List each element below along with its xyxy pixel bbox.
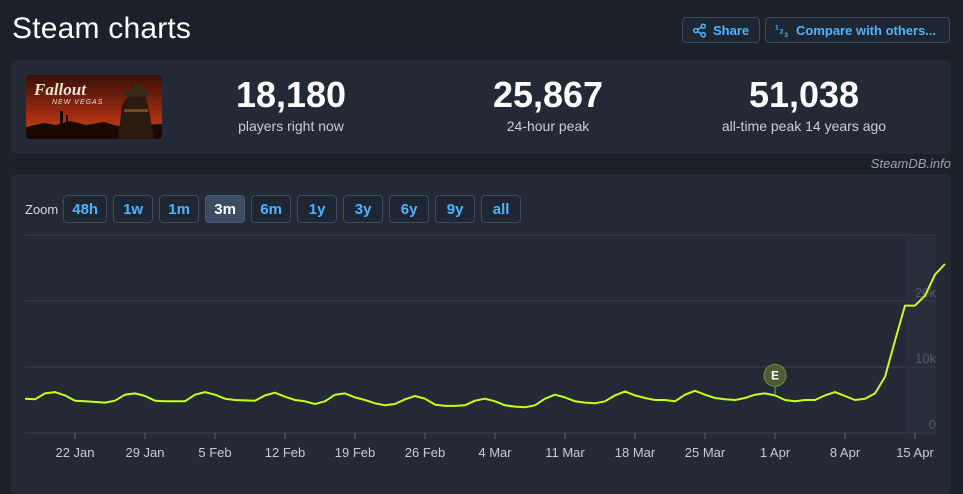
share-button[interactable]: Share (682, 17, 760, 43)
x-tick-label: 22 Jan (55, 445, 94, 460)
compare-label: Compare with others... (796, 23, 936, 38)
x-tick-label: 8 Apr (830, 445, 861, 460)
x-tick-label: 19 Feb (335, 445, 375, 460)
svg-text:2: 2 (780, 28, 784, 35)
highlight-band (905, 235, 936, 433)
compare-button[interactable]: 123 Compare with others... (765, 17, 950, 43)
steamdb-credit[interactable]: SteamDB.info (871, 156, 951, 171)
x-tick-label: 26 Feb (405, 445, 445, 460)
cover-sub-text: NEW VEGAS (52, 99, 103, 106)
x-tick-label: 4 Mar (478, 445, 512, 460)
stat-label: all-time peak 14 years ago (674, 117, 934, 135)
stat-label: 24-hour peak (418, 117, 678, 135)
x-tick-label: 18 Mar (615, 445, 656, 460)
event-marker-label: E (771, 368, 779, 382)
stats-panel: Fallout NEW VEGAS 18,180 players right n… (11, 60, 951, 154)
page-title: Steam charts (12, 12, 191, 46)
svg-text:1: 1 (775, 24, 779, 31)
x-tick-label: 5 Feb (198, 445, 231, 460)
stat-24h-peak: 25,867 24-hour peak (418, 74, 678, 135)
x-tick-label: 1 Apr (760, 445, 791, 460)
x-tick-label: 29 Jan (125, 445, 164, 460)
cover-logo-text: Fallout (33, 80, 87, 99)
svg-text:3: 3 (784, 32, 788, 38)
stat-value: 25,867 (418, 74, 678, 116)
x-tick-label: 15 Apr (896, 445, 934, 460)
stat-label: players right now (161, 117, 421, 135)
share-label: Share (713, 23, 749, 38)
compare-icon: 123 (775, 23, 790, 38)
x-tick-label: 25 Mar (685, 445, 726, 460)
stat-all-time-peak: 51,038 all-time peak 14 years ago (674, 74, 934, 135)
player-count-chart[interactable]: 010k20k22 Jan29 Jan5 Feb12 Feb19 Feb26 F… (0, 174, 963, 481)
stat-current-players: 18,180 players right now (161, 74, 421, 135)
x-tick-label: 11 Mar (545, 445, 585, 460)
stat-value: 18,180 (161, 74, 421, 116)
game-cover-image[interactable]: Fallout NEW VEGAS (26, 75, 162, 139)
stat-value: 51,038 (674, 74, 934, 116)
series-line (25, 264, 945, 407)
share-icon (692, 23, 707, 38)
x-tick-label: 12 Feb (265, 445, 305, 460)
